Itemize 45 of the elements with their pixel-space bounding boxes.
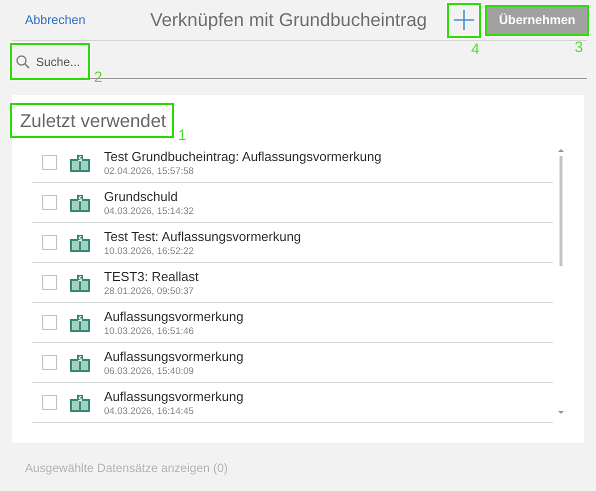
list-item[interactable]: Auflassungsvormerkung 06.03.2026, 15:40:09 <box>32 343 553 383</box>
item-name: Auflassungsvormerkung <box>104 348 244 364</box>
checkbox[interactable] <box>42 315 57 330</box>
law-book-icon <box>69 232 91 252</box>
search-field[interactable]: Suche... <box>36 54 86 68</box>
checkbox[interactable] <box>42 395 57 410</box>
list-item[interactable]: Grundschuld 04.03.2026, 15:14:32 <box>32 183 553 223</box>
item-date: 02.04.2026, 15:57:58 <box>104 166 195 176</box>
checkbox[interactable] <box>42 195 57 210</box>
law-book-icon <box>69 392 91 412</box>
plus-icon <box>454 10 474 30</box>
item-date: 10.03.2026, 16:51:46 <box>104 326 195 336</box>
list-item[interactable]: Test Test: Auflassungsvormerkung 10.03.2026, 16:52:22 <box>32 223 553 263</box>
item-name: TEST3: Reallast <box>104 268 199 284</box>
law-book-icon <box>69 192 91 212</box>
list-item[interactable]: Auflassungsvormerkung 10.03.2026, 16:51:46 <box>32 303 553 343</box>
checkbox[interactable] <box>42 235 57 250</box>
checkbox[interactable] <box>42 275 57 290</box>
search-icon <box>16 54 30 68</box>
callout-number: 2 <box>94 70 102 85</box>
cancel-link[interactable]: Abbrechen <box>25 13 150 27</box>
item-date: 10.03.2026, 16:52:22 <box>104 246 195 256</box>
item-name: Test Grundbucheintrag: Auflassungsvormerkung <box>104 148 382 164</box>
checkbox[interactable] <box>42 155 57 170</box>
section-title-text: Zuletzt verwendet <box>20 110 166 132</box>
item-date: 28.01.2026, 09:50:37 <box>104 286 195 296</box>
item-name: Auflassungsvormerkung <box>104 308 244 324</box>
law-book-icon <box>69 152 91 172</box>
law-book-icon <box>69 272 91 292</box>
item-date: 04.03.2026, 16:14:45 <box>104 406 195 416</box>
item-name: Grundschuld <box>104 188 179 204</box>
list-item[interactable]: Auflassungsvormerkung 04.03.2026, 16:14:45 <box>32 383 553 423</box>
list-item[interactable]: Test Grundbucheintrag: Auflassungsvormerkung 02.04.2026, 15:57:58 <box>32 143 553 183</box>
dialog-title: Verknüpfen mit Grundbucheintrag <box>150 9 428 31</box>
checkbox[interactable] <box>42 355 57 370</box>
callout-number: 1 <box>178 128 186 143</box>
law-book-icon <box>69 312 91 332</box>
list-item[interactable]: TEST3: Reallast 28.01.2026, 09:50:37 <box>32 263 553 303</box>
item-name: Test Test: Auflassungsvormerkung <box>104 228 302 244</box>
law-book-icon <box>69 352 91 372</box>
callout-number: 4 <box>471 42 480 56</box>
callout-number: 3 <box>574 40 583 54</box>
item-date: 04.03.2026, 15:14:32 <box>104 206 194 216</box>
item-name: Auflassungsvormerkung <box>104 388 244 404</box>
item-date: 06.03.2026, 15:40:09 <box>104 366 195 376</box>
